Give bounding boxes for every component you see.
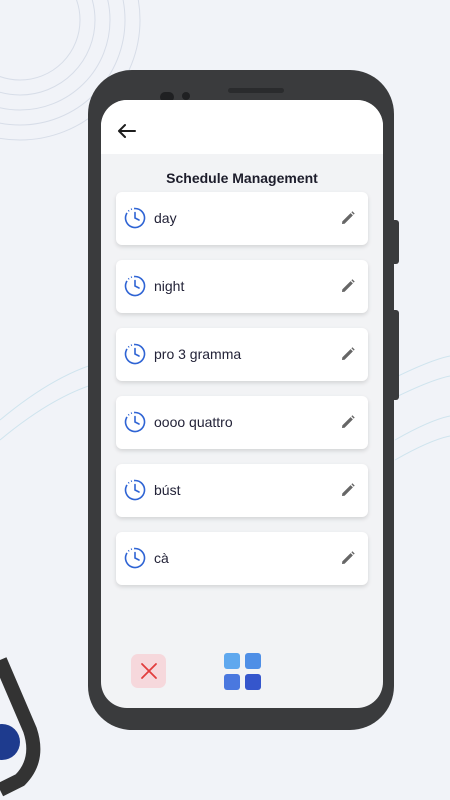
grid-icon-tile — [224, 674, 240, 690]
schedule-item[interactable]: cà — [116, 532, 368, 585]
edit-pencil-icon[interactable] — [341, 211, 355, 225]
bottom-bar — [101, 640, 383, 708]
speaker-grille — [228, 88, 284, 93]
close-x-icon — [141, 663, 157, 679]
app-header — [101, 100, 383, 154]
schedule-item[interactable]: oooo quattro — [116, 396, 368, 449]
schedule-item[interactable]: day — [116, 192, 368, 245]
grid-menu-button[interactable] — [224, 653, 262, 691]
volume-button — [394, 220, 399, 264]
schedule-name: night — [154, 278, 185, 294]
grid-icon-tile — [224, 653, 240, 669]
page-title: Schedule Management — [166, 170, 318, 186]
clock-icon — [124, 479, 146, 501]
edit-pencil-icon[interactable] — [341, 347, 355, 361]
schedule-list: day night pro 3 gramma oooo quattro búst… — [116, 192, 368, 600]
edit-pencil-icon[interactable] — [341, 483, 355, 497]
schedule-name: day — [154, 210, 177, 226]
edit-pencil-icon[interactable] — [341, 279, 355, 293]
grid-icon-tile — [245, 653, 261, 669]
schedule-item[interactable]: pro 3 gramma — [116, 328, 368, 381]
edit-pencil-icon[interactable] — [341, 551, 355, 565]
sensor-icon — [182, 92, 190, 100]
schedule-name: oooo quattro — [154, 414, 233, 430]
grid-icon-tile — [245, 674, 261, 690]
back-arrow-icon[interactable] — [115, 120, 137, 142]
clock-icon — [124, 343, 146, 365]
schedule-name: búst — [154, 482, 181, 498]
close-button[interactable] — [131, 654, 166, 688]
schedule-item[interactable]: búst — [116, 464, 368, 517]
schedule-name: cà — [154, 550, 169, 566]
clock-icon — [124, 275, 146, 297]
edit-pencil-icon[interactable] — [341, 415, 355, 429]
schedule-item[interactable]: night — [116, 260, 368, 313]
clock-icon — [124, 411, 146, 433]
clock-icon — [124, 207, 146, 229]
app-screen: Schedule Management day night pro 3 gram… — [101, 100, 383, 708]
power-button — [394, 310, 399, 400]
clock-icon — [124, 547, 146, 569]
schedule-name: pro 3 gramma — [154, 346, 242, 362]
